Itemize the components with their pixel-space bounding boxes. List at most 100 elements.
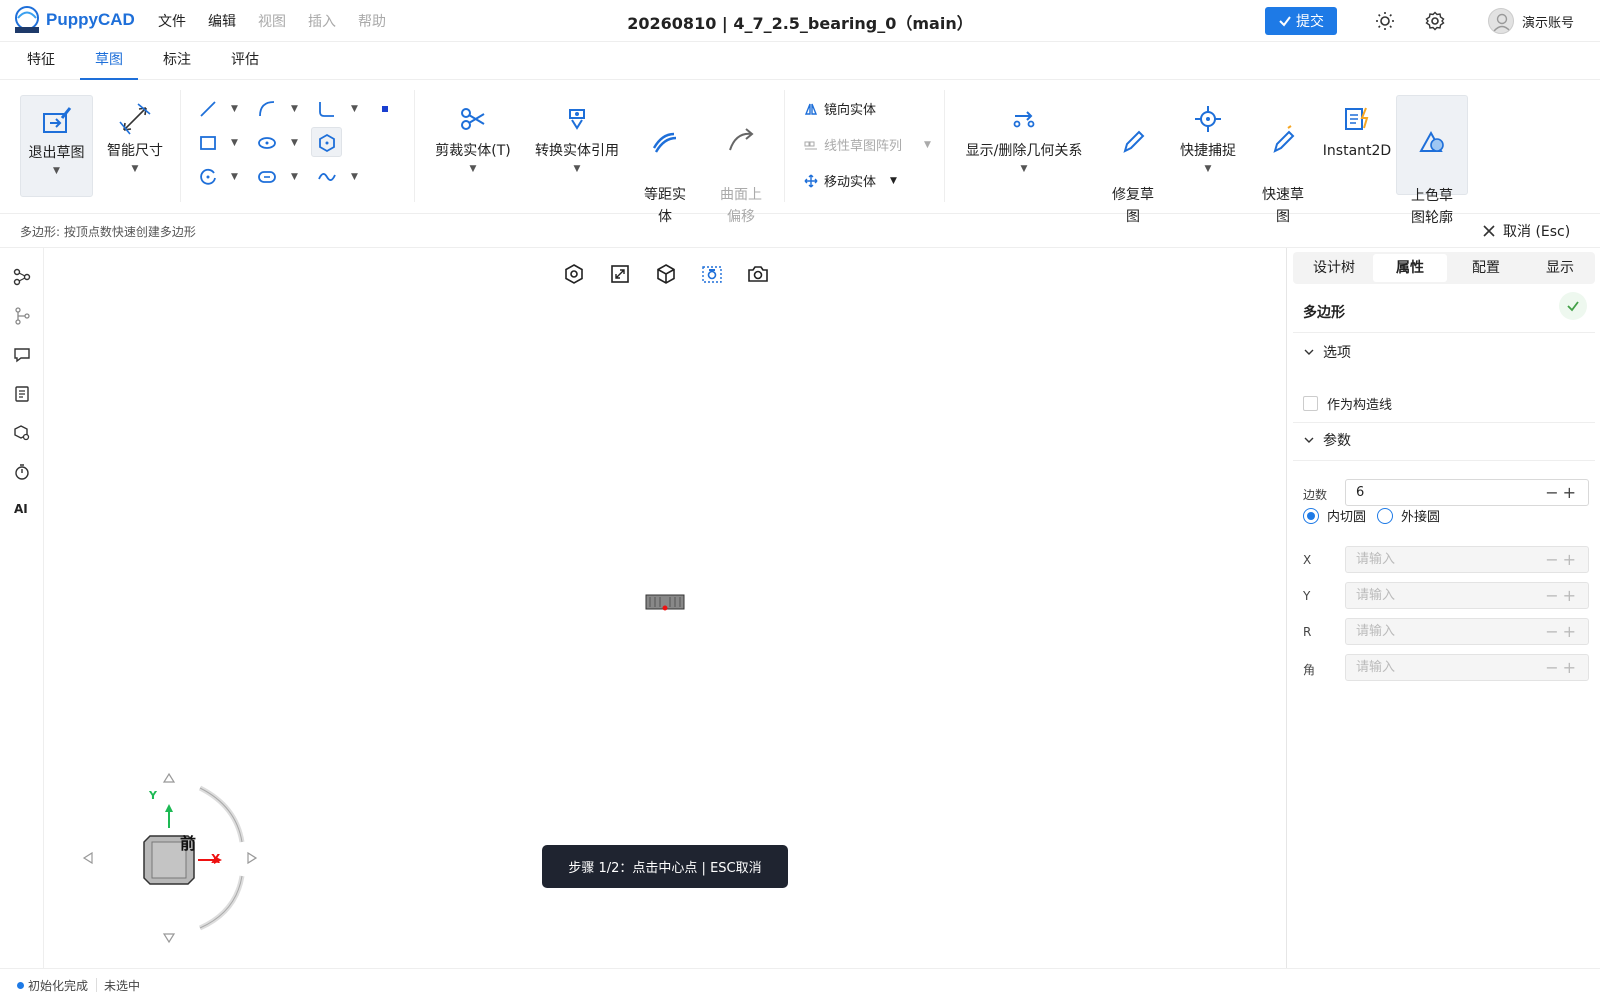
feature-tree-icon[interactable] [13,268,31,286]
slot-tool-icon[interactable] [256,166,278,188]
user-menu[interactable]: 演示账号 [1488,8,1574,34]
construction-line-checkbox[interactable]: 作为构造线 [1303,394,1392,413]
ellipse-dropdown[interactable]: ▼ [291,138,298,148]
r-input[interactable]: 请输入 −+ [1345,618,1589,645]
tab-configuration[interactable]: 配置 [1449,254,1523,282]
x-input[interactable]: 请输入 −+ [1345,546,1589,573]
construction-line-label: 作为构造线 [1327,398,1393,413]
trim-entities-button[interactable]: 剪裁实体(T) ▼ [432,102,514,176]
slot-dropdown[interactable]: ▼ [291,172,298,182]
menu-view[interactable]: 视图 [258,11,286,31]
document-icon[interactable] [13,385,31,403]
exit-sketch-dropdown[interactable]: ▼ [21,164,92,178]
quick-snap-button[interactable]: 快捷捕捉 ▼ [1176,102,1240,176]
relations-dropdown[interactable]: ▼ [962,162,1086,176]
comment-icon[interactable] [13,346,31,364]
rectangle-tool-icon[interactable] [197,132,219,154]
tab-sketch[interactable]: 草图 [80,42,138,80]
line-dropdown[interactable]: ▼ [231,104,238,114]
y-input[interactable]: 请输入 −+ [1345,582,1589,609]
instant2d-button[interactable]: Instant2D [1320,102,1394,162]
arc-dropdown[interactable]: ▼ [291,104,298,114]
checkbox-box[interactable] [1303,396,1318,411]
linear-pattern-button[interactable]: 线性草图阵列 ▼ [804,135,931,154]
sides-stepper[interactable]: −+ [1545,480,1580,505]
origin-point[interactable] [662,605,668,611]
convert-entities-button[interactable]: 转换实体引用 ▼ [528,102,626,176]
surface-offset-button[interactable]: 曲面上 偏移 [712,102,770,228]
r-stepper[interactable]: −+ [1545,619,1580,644]
menu-insert[interactable]: 插入 [308,11,336,31]
angle-stepper[interactable]: −+ [1545,655,1580,680]
part-search-icon[interactable] [13,424,31,442]
view-cube[interactable] [60,766,280,946]
relations-label: 显示/删除几何关系 [965,143,1083,159]
ribbon-tabs: 特征 草图 标注 评估 [0,42,1600,80]
gear-icon[interactable] [1425,11,1445,31]
sun-icon[interactable] [1375,11,1395,31]
circumscribed-label: 外接圆 [1401,510,1441,525]
point-tool-icon[interactable] [378,102,392,116]
display-delete-relations-button[interactable]: 显示/删除几何关系 ▼ [962,102,1086,176]
y-stepper[interactable]: −+ [1545,583,1580,608]
spline-tool-icon[interactable] [316,166,338,188]
radio-dot[interactable] [1377,507,1393,524]
menu-file[interactable]: 文件 [158,11,186,31]
left-sidebar: AI [0,248,44,968]
quick-sketch-button[interactable]: 快速草 图 [1254,102,1312,228]
spline-dropdown[interactable]: ▼ [351,172,358,182]
circle-dropdown[interactable]: ▼ [231,172,238,182]
timer-icon[interactable] [13,463,31,481]
app-logo[interactable]: PuppyCAD [12,5,135,35]
cancel-label: 取消 (Esc) [1503,224,1571,240]
circumscribed-radio[interactable]: 外接圆 [1377,506,1440,525]
linear-pattern-dropdown[interactable]: ▼ [924,140,931,150]
cancel-command-button[interactable]: 取消 (Esc) [1483,221,1570,241]
exit-sketch-button[interactable]: 退出草图 ▼ [20,95,93,197]
tab-features[interactable]: 特征 [20,42,62,80]
polygon-tool-button[interactable] [311,127,342,157]
app-name: PuppyCAD [46,10,135,29]
convert-dropdown[interactable]: ▼ [528,162,626,176]
tab-properties[interactable]: 属性 [1373,254,1447,282]
move-dropdown[interactable]: ▼ [890,176,897,186]
smart-dimension-dropdown[interactable]: ▼ [102,162,168,176]
ai-assistant-button[interactable]: AI [14,502,28,516]
params-section-header[interactable]: 参数 [1303,430,1351,450]
shade-sketch-contour-button[interactable]: 上色草 图轮廓 [1396,95,1468,226]
offset-entities-button[interactable]: 等距实 体 [636,102,694,228]
x-input-placeholder: 请输入 [1356,552,1396,567]
tab-design-tree[interactable]: 设计树 [1297,254,1371,282]
sides-input[interactable]: 6 −+ [1345,479,1589,506]
user-name: 演示账号 [1522,15,1575,31]
tab-display[interactable]: 显示 [1523,254,1597,282]
quick-snap-dropdown[interactable]: ▼ [1176,162,1240,176]
angle-input[interactable]: 请输入 −+ [1345,654,1589,681]
options-section-header[interactable]: 选项 [1303,342,1351,362]
smart-dimension-button[interactable]: 智能尺寸 ▼ [102,102,168,176]
divider [1293,460,1595,461]
radio-dot[interactable] [1303,507,1319,524]
tab-evaluate[interactable]: 评估 [223,42,267,80]
fillet-tool-icon[interactable] [316,98,338,120]
arc-tool-icon[interactable] [256,98,278,120]
ellipse-tool-icon[interactable] [256,132,278,154]
branch-icon[interactable] [13,307,31,325]
circle-tool-icon[interactable] [197,166,219,188]
fillet-dropdown[interactable]: ▼ [351,104,358,114]
menu-edit[interactable]: 编辑 [208,11,236,31]
x-stepper[interactable]: −+ [1545,547,1580,572]
inscribed-radio[interactable]: 内切圆 [1303,506,1366,525]
rectangle-dropdown[interactable]: ▼ [231,138,238,148]
submit-label: 提交 [1296,14,1324,30]
menu-help[interactable]: 帮助 [358,11,386,31]
separator [784,90,785,202]
move-entities-button[interactable]: 移动实体 ▼ [804,171,897,190]
trim-dropdown[interactable]: ▼ [432,162,514,176]
submit-button[interactable]: 提交 [1265,7,1337,35]
tab-annotate[interactable]: 标注 [155,42,199,80]
repair-sketch-button[interactable]: 修复草 图 [1104,102,1162,228]
confirm-button[interactable] [1559,292,1587,320]
mirror-entities-button[interactable]: 镜向实体 [804,99,876,118]
line-tool-icon[interactable] [197,98,219,120]
